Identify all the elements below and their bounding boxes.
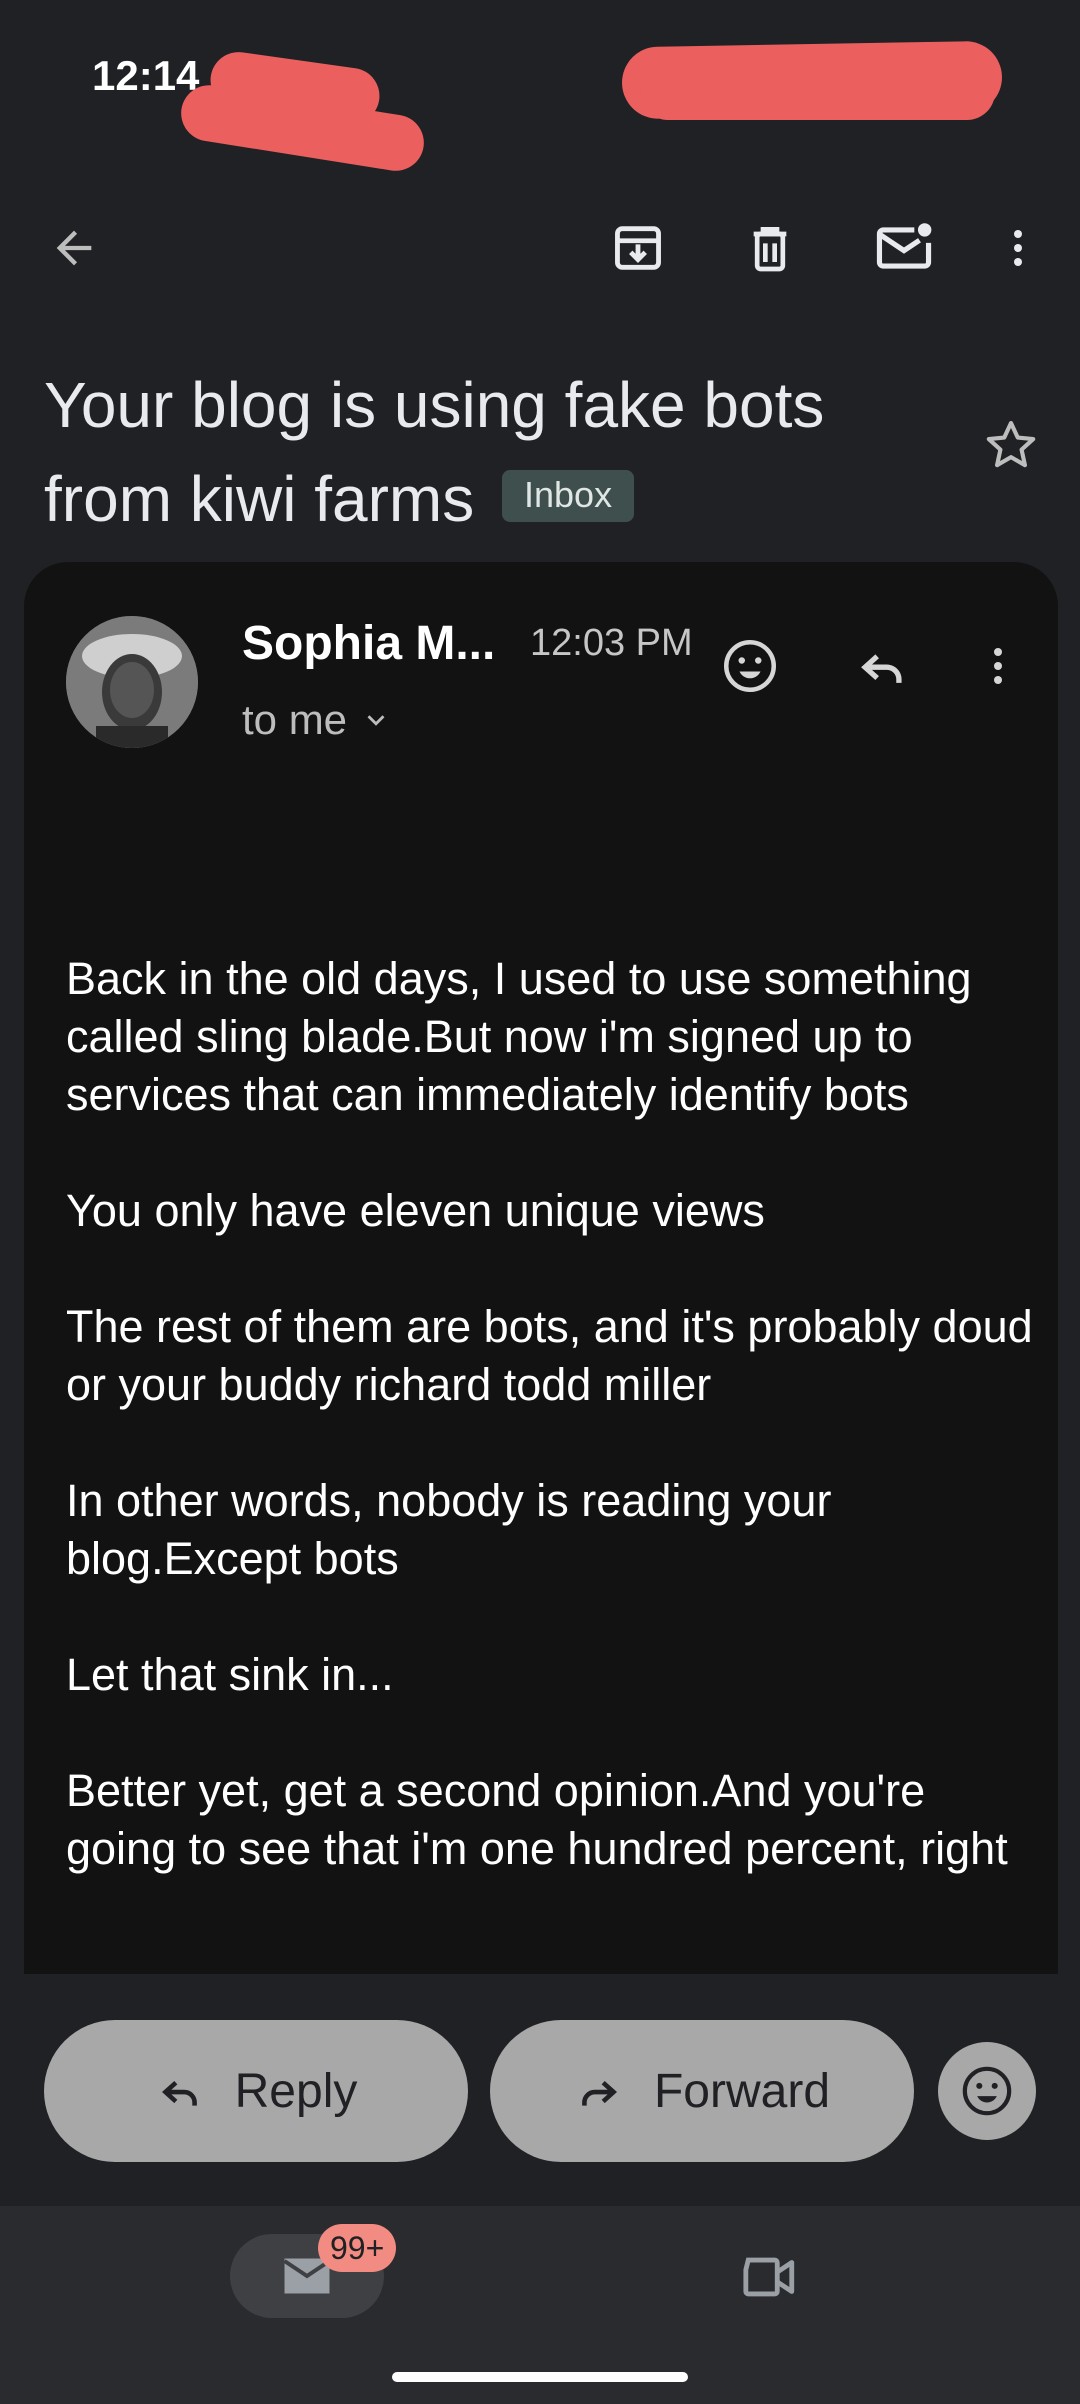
- archive-button[interactable]: [600, 210, 676, 286]
- react-emoji-button[interactable]: [712, 628, 788, 704]
- reply-icon: [861, 654, 902, 683]
- recipient-text: to me: [242, 696, 348, 743]
- emoji-reaction-button[interactable]: [938, 2042, 1036, 2140]
- reply-label: Reply: [234, 2064, 358, 2118]
- reply-actions-bar: Reply Forward: [0, 1974, 1080, 2206]
- message-card: Sophia M... 12:03 PM to me Back in the o…: [24, 562, 1058, 1982]
- delete-button[interactable]: [732, 210, 808, 286]
- forward-icon: [582, 2080, 617, 2106]
- sender-avatar[interactable]: [66, 616, 198, 748]
- more-vert-icon: [1014, 230, 1022, 266]
- home-indicator[interactable]: [392, 2372, 688, 2382]
- email-subject: Your blog is using fake bots from kiwi f…: [44, 358, 944, 546]
- status-bar: 12:14: [0, 0, 1080, 175]
- top-toolbar: [0, 190, 1080, 300]
- chevron-down-icon: [367, 715, 385, 726]
- sender-name: Sophia M...: [242, 617, 496, 670]
- reply-icon: [161, 2080, 197, 2106]
- nav-meet-tab[interactable]: [730, 2242, 810, 2312]
- trash-icon: [753, 227, 787, 272]
- more-options-button[interactable]: [980, 210, 1056, 286]
- body-paragraph: Better yet, get a second opinion.And you…: [66, 1765, 1008, 1874]
- sent-time: 12:03 PM: [530, 622, 693, 664]
- emoji-icon: [962, 2066, 1012, 2116]
- reply-icon-button[interactable]: [844, 628, 920, 704]
- archive-icon: [615, 226, 661, 270]
- mark-unread-button[interactable]: [866, 210, 942, 286]
- arrow-back-icon: [56, 230, 92, 266]
- body-paragraph: You only have eleven unique views: [66, 1185, 765, 1236]
- emoji-icon: [724, 640, 776, 692]
- back-button[interactable]: [36, 210, 112, 286]
- forward-label: Forward: [653, 2064, 831, 2118]
- reply-button[interactable]: Reply: [44, 2020, 468, 2162]
- redaction-mark: [640, 64, 995, 120]
- star-outline-icon: [986, 420, 1036, 468]
- recipient-toggle[interactable]: to me: [242, 696, 391, 744]
- subject-text: Your blog is using fake bots from kiwi f…: [44, 369, 825, 535]
- message-more-button[interactable]: [960, 628, 1036, 704]
- bottom-navigation: 99+: [0, 2206, 1080, 2404]
- video-icon: [743, 2257, 795, 2297]
- status-time: 12:14: [92, 52, 200, 99]
- unread-count-badge: 99+: [318, 2224, 397, 2272]
- mail-unread-icon: [876, 223, 932, 269]
- body-paragraph: Let that sink in...: [66, 1649, 394, 1700]
- body-paragraph: In other words, nobody is reading your b…: [66, 1475, 832, 1584]
- star-button[interactable]: [980, 414, 1050, 484]
- inbox-label-badge[interactable]: Inbox: [502, 470, 635, 523]
- more-vert-icon: [994, 648, 1002, 684]
- forward-button[interactable]: Forward: [490, 2020, 914, 2162]
- body-paragraph: Back in the old days, I used to use some…: [66, 953, 972, 1120]
- body-paragraph: The rest of them are bots, and it's prob…: [66, 1301, 1033, 1410]
- message-body: Back in the old days, I used to use some…: [66, 950, 1036, 1936]
